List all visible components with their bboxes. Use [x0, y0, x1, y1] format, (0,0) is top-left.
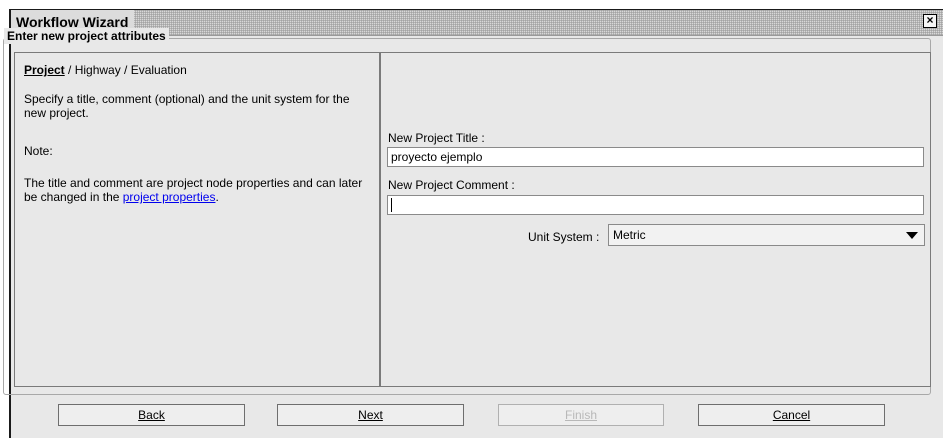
- back-button[interactable]: Back: [58, 404, 245, 426]
- unit-system-value: Metric: [613, 228, 646, 242]
- unit-system-label: Unit System :: [528, 230, 600, 244]
- step-rest: / Highway / Evaluation: [64, 63, 187, 77]
- cancel-button-label: Cancel: [772, 408, 811, 422]
- project-properties-link[interactable]: project properties: [123, 190, 216, 204]
- text-caret: [391, 198, 392, 212]
- project-comment-input[interactable]: [387, 195, 924, 215]
- note-label: Note:: [24, 144, 53, 158]
- close-icon[interactable]: ×: [923, 14, 937, 28]
- next-button-label: Next: [358, 408, 383, 422]
- project-title-label: New Project Title :: [388, 131, 485, 145]
- step-current: Project: [24, 63, 65, 77]
- project-comment-label: New Project Comment :: [388, 178, 515, 192]
- back-button-label: Back: [138, 408, 165, 422]
- unit-system-select[interactable]: Metric: [608, 224, 925, 246]
- note-text: The title and comment are project node p…: [24, 176, 369, 204]
- dropdown-arrow-icon[interactable]: [906, 232, 918, 239]
- step-breadcrumb: Project / Highway / Evaluation: [24, 63, 187, 77]
- finish-button-label: Finish: [564, 408, 597, 422]
- info-panel: Project / Highway / Evaluation Specify a…: [14, 52, 380, 387]
- form-panel: New Project Title : proyecto ejemplo New…: [380, 52, 931, 387]
- next-button[interactable]: Next: [277, 404, 464, 426]
- project-title-input[interactable]: proyecto ejemplo: [387, 147, 924, 167]
- group-title: Enter new project attributes: [4, 28, 169, 44]
- cancel-button[interactable]: Cancel: [698, 404, 885, 426]
- note-text-end: .: [215, 190, 219, 204]
- finish-button[interactable]: Finish: [498, 404, 664, 426]
- description-text: Specify a title, comment (optional) and …: [24, 92, 350, 120]
